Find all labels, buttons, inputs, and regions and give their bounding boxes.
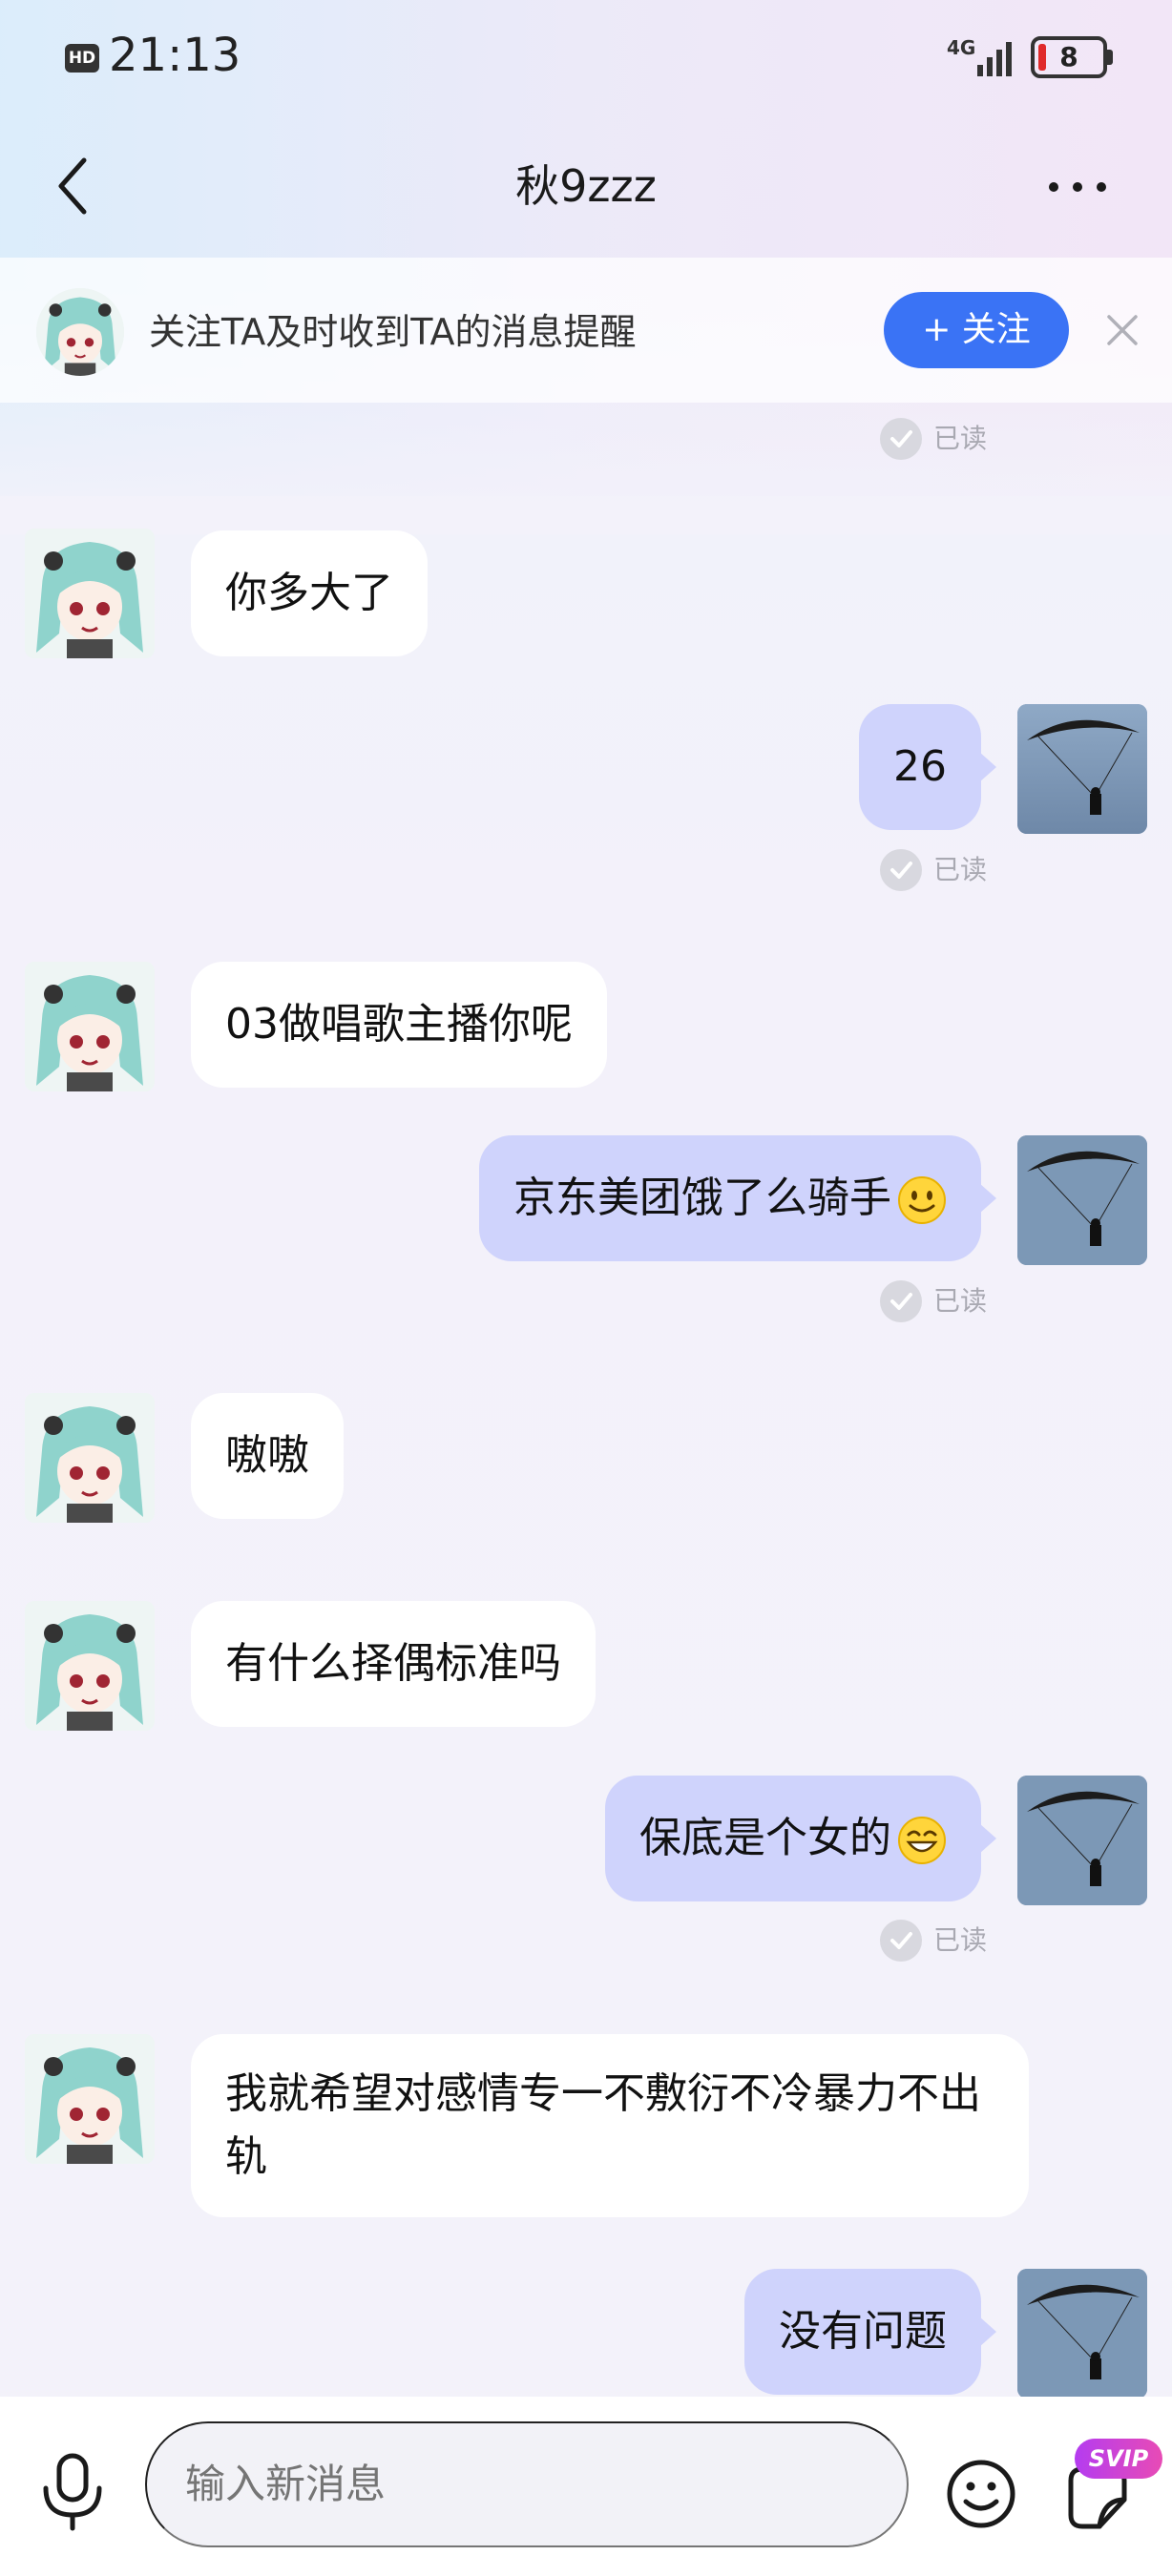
sender-avatar[interactable] [25, 529, 155, 658]
sender-avatar[interactable] [25, 2034, 155, 2164]
incoming-message[interactable]: 有什么择偶标准吗 [191, 1601, 596, 1727]
battery-tip [1107, 50, 1113, 65]
read-receipt-label: 已读 [933, 423, 988, 454]
anime-avatar-icon [25, 1393, 155, 1523]
parachute-avatar-icon [1017, 704, 1147, 834]
smile-emoji-icon [898, 1176, 946, 1224]
sender-avatar[interactable] [25, 962, 155, 1091]
message-text: 嗷嗷 [225, 1431, 309, 1480]
signal-strength-icon [977, 42, 1012, 76]
read-check-icon [880, 849, 922, 891]
incoming-message[interactable]: 我就希望对感情专一不敷衍不冷暴力不出轨 [191, 2034, 1029, 2217]
sender-avatar[interactable] [25, 1601, 155, 1731]
message-input[interactable] [145, 2421, 909, 2547]
read-check-icon [880, 1280, 922, 1322]
more-dots-icon[interactable] [1044, 168, 1111, 206]
close-icon[interactable] [1101, 309, 1143, 351]
anime-avatar-icon [25, 962, 155, 1091]
read-check-icon [880, 418, 922, 460]
outgoing-message[interactable]: 京东美团饿了么骑手 [479, 1135, 996, 1261]
message-text: 我就希望对感情专一不敷衍不冷暴力不出轨 [225, 2069, 981, 2181]
message-text: 保底是个女的 [639, 1814, 891, 1862]
back-chevron-icon[interactable] [53, 153, 95, 219]
incoming-message[interactable]: 03做唱歌主播你呢 [191, 962, 607, 1088]
message-text: 你多大了 [225, 569, 393, 617]
my-avatar[interactable] [1017, 704, 1147, 834]
outgoing-message[interactable]: 保底是个女的 [605, 1776, 996, 1901]
anime-avatar-icon [25, 529, 155, 658]
parachute-avatar-icon [1017, 1776, 1147, 1905]
microphone-icon[interactable] [38, 2452, 107, 2532]
smiley-icon[interactable] [945, 2458, 1017, 2530]
battery-icon: 8 [1031, 36, 1107, 78]
read-receipt-label: 已读 [933, 854, 988, 885]
incoming-message[interactable]: 你多大了 [191, 530, 428, 656]
message-text: 没有问题 [779, 2307, 947, 2356]
sender-avatar[interactable] [25, 1393, 155, 1523]
message-text: 03做唱歌主播你呢 [225, 1000, 573, 1049]
contact-avatar[interactable] [36, 288, 124, 376]
battery-level: 8 [1059, 41, 1078, 73]
read-check-icon [880, 1920, 922, 1962]
message-text: 京东美团饿了么骑手 [513, 1174, 891, 1222]
my-avatar[interactable] [1017, 2269, 1147, 2399]
message-text: 26 [893, 742, 947, 791]
my-avatar[interactable] [1017, 1135, 1147, 1265]
parachute-avatar-icon [1017, 1135, 1147, 1265]
status-bar: HD 21:13 4G 8 [0, 0, 1172, 114]
grin-emoji-icon [898, 1817, 946, 1864]
chat-title: 秋9zzz [515, 160, 657, 212]
read-receipt-label: 已读 [933, 1285, 988, 1317]
parachute-avatar-icon [1017, 2269, 1147, 2399]
anime-avatar-icon [25, 2034, 155, 2164]
svip-badge: SVIP [1075, 2439, 1162, 2479]
anime-avatar-icon [36, 288, 124, 376]
status-time: 21:13 [109, 29, 241, 82]
message-text: 有什么择偶标准吗 [225, 1639, 561, 1688]
outgoing-message[interactable]: 没有问题 [744, 2269, 996, 2395]
my-avatar[interactable] [1017, 1776, 1147, 1905]
network-type: 4G [947, 36, 976, 59]
follow-button[interactable]: + 关注 [884, 292, 1069, 368]
incoming-message[interactable]: 嗷嗷 [191, 1393, 344, 1519]
read-receipt-label: 已读 [933, 1924, 988, 1956]
follow-prompt-text: 关注TA及时收到TA的消息提醒 [149, 311, 637, 353]
hd-badge: HD [65, 44, 99, 73]
anime-avatar-icon [25, 1601, 155, 1731]
outgoing-message[interactable]: 26 [859, 704, 996, 830]
